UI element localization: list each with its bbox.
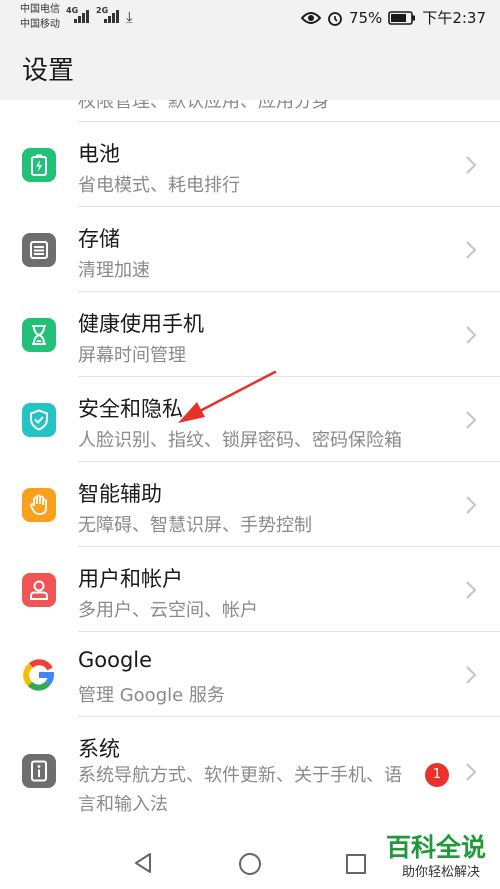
watermark-title: 百科全说 bbox=[385, 833, 486, 862]
battery-percent: 75% bbox=[348, 8, 383, 27]
settings-item-users-accounts[interactable]: 用户和帐户 多用户、云空间、帐户 bbox=[0, 547, 500, 632]
user-icon bbox=[22, 573, 56, 607]
back-icon[interactable] bbox=[133, 852, 153, 874]
carrier-2: 中国移动 bbox=[20, 19, 60, 30]
settings-item-title: 智能辅助 bbox=[78, 482, 162, 506]
download-icon: ⤓ bbox=[126, 8, 133, 26]
list-item-partial[interactable]: 权限管理、默认应用、应用分身 bbox=[0, 100, 500, 122]
watermark: 百科全说 助你轻松解决 bbox=[374, 828, 486, 884]
settings-item-title: 安全和隐私 bbox=[78, 397, 183, 421]
chevron-right-icon bbox=[466, 581, 477, 599]
list-item-subtitle: 权限管理、默认应用、应用分身 bbox=[78, 100, 330, 112]
shield-icon bbox=[22, 403, 56, 437]
settings-item-title: 系统 bbox=[78, 737, 120, 761]
chevron-right-icon bbox=[466, 326, 477, 344]
status-bar: 中国电信 中国移动 4G 2G ⤓ 75% 下午2:37 bbox=[0, 0, 500, 36]
signal-icon bbox=[104, 9, 119, 23]
settings-item-subtitle: 屏幕时间管理 bbox=[78, 345, 186, 366]
header-bar bbox=[0, 36, 500, 100]
settings-item-title: 存储 bbox=[78, 227, 120, 251]
settings-item-subtitle: 多用户、云空间、帐户 bbox=[78, 600, 258, 621]
settings-item-security-privacy[interactable]: 安全和隐私 人脸识别、指纹、锁屏密码、密码保险箱 bbox=[0, 377, 500, 462]
settings-item-subtitle: 无障碍、智慧识屏、手势控制 bbox=[78, 515, 312, 536]
google-icon bbox=[22, 658, 56, 692]
chevron-right-icon bbox=[466, 496, 477, 514]
chevron-right-icon bbox=[466, 241, 477, 259]
settings-item-title: Google bbox=[78, 648, 153, 672]
battery-icon bbox=[22, 148, 56, 182]
settings-item-subtitle: 人脸识别、指纹、锁屏密码、密码保险箱 bbox=[78, 430, 402, 451]
page-title: 设置 bbox=[22, 56, 75, 86]
home-icon[interactable] bbox=[238, 852, 262, 876]
settings-item-system[interactable]: 系统 系统导航方式、软件更新、关于手机、语言和输入法 1 bbox=[0, 717, 500, 822]
settings-item-battery[interactable]: 电池 省电模式、耗电排行 bbox=[0, 122, 500, 207]
chevron-right-icon bbox=[466, 411, 477, 429]
settings-item-smart-assistance[interactable]: 智能辅助 无障碍、智慧识屏、手势控制 bbox=[0, 462, 500, 547]
watermark-subtitle: 助你轻松解决 bbox=[401, 865, 480, 880]
settings-item-subtitle: 清理加速 bbox=[78, 260, 150, 281]
carrier-1: 中国电信 bbox=[20, 4, 60, 15]
signal-icon bbox=[74, 9, 89, 23]
settings-item-digital-balance[interactable]: 健康使用手机 屏幕时间管理 bbox=[0, 292, 500, 377]
eye-comfort-icon bbox=[300, 11, 321, 24]
hourglass-icon bbox=[22, 318, 56, 352]
update-badge: 1 bbox=[425, 763, 449, 787]
system-icon bbox=[22, 754, 56, 788]
chevron-right-icon bbox=[466, 156, 477, 174]
settings-item-subtitle: 管理 Google 服务 bbox=[78, 685, 225, 706]
clock: 下午2:37 bbox=[422, 9, 486, 27]
settings-item-title: 电池 bbox=[78, 142, 120, 166]
settings-item-title: 健康使用手机 bbox=[78, 312, 204, 336]
settings-item-storage[interactable]: 存储 清理加速 bbox=[0, 207, 500, 292]
settings-item-google[interactable]: Google 管理 Google 服务 bbox=[0, 632, 500, 717]
alarm-icon bbox=[328, 11, 342, 26]
settings-item-title: 用户和帐户 bbox=[78, 567, 183, 591]
chevron-right-icon bbox=[466, 763, 477, 781]
settings-item-subtitle: 省电模式、耗电排行 bbox=[78, 175, 240, 196]
battery-status-icon bbox=[388, 10, 416, 25]
hand-icon bbox=[22, 488, 56, 522]
carrier-labels: 中国电信 中国移动 bbox=[20, 2, 60, 32]
recent-apps-icon[interactable] bbox=[346, 854, 366, 874]
settings-list: 电池 省电模式、耗电排行 存储 清理加速 健康使用手机 屏幕时间管理 安全和隐私… bbox=[0, 122, 500, 822]
storage-icon bbox=[22, 233, 56, 267]
settings-item-subtitle: 系统导航方式、软件更新、关于手机、语言和输入法 bbox=[78, 765, 402, 815]
chevron-right-icon bbox=[466, 666, 477, 684]
